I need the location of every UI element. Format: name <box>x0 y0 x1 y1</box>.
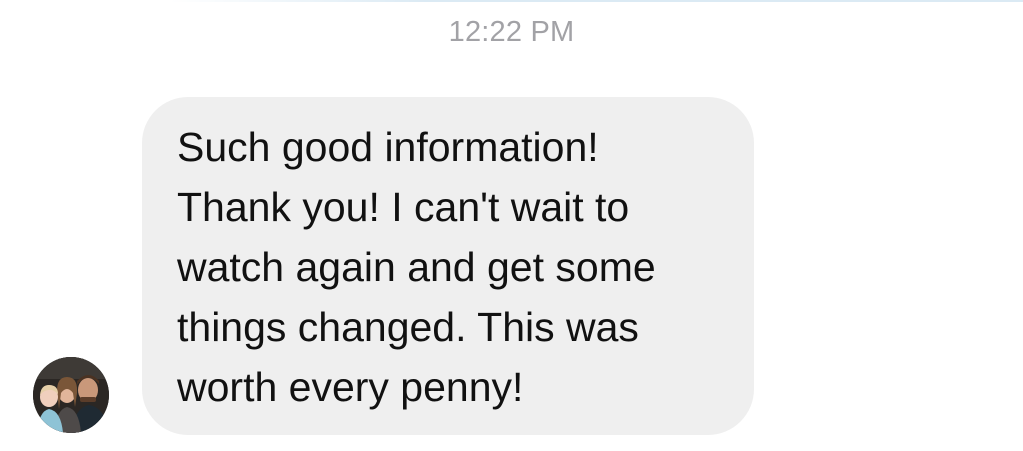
user-photo-avatar-icon <box>33 357 109 433</box>
sender-avatar[interactable] <box>33 357 109 433</box>
message-text: Such good information! Thank you! I can'… <box>177 124 656 410</box>
message-bubble[interactable]: Such good information! Thank you! I can'… <box>142 97 754 435</box>
message-row: Such good information! Thank you! I can'… <box>0 0 1023 451</box>
